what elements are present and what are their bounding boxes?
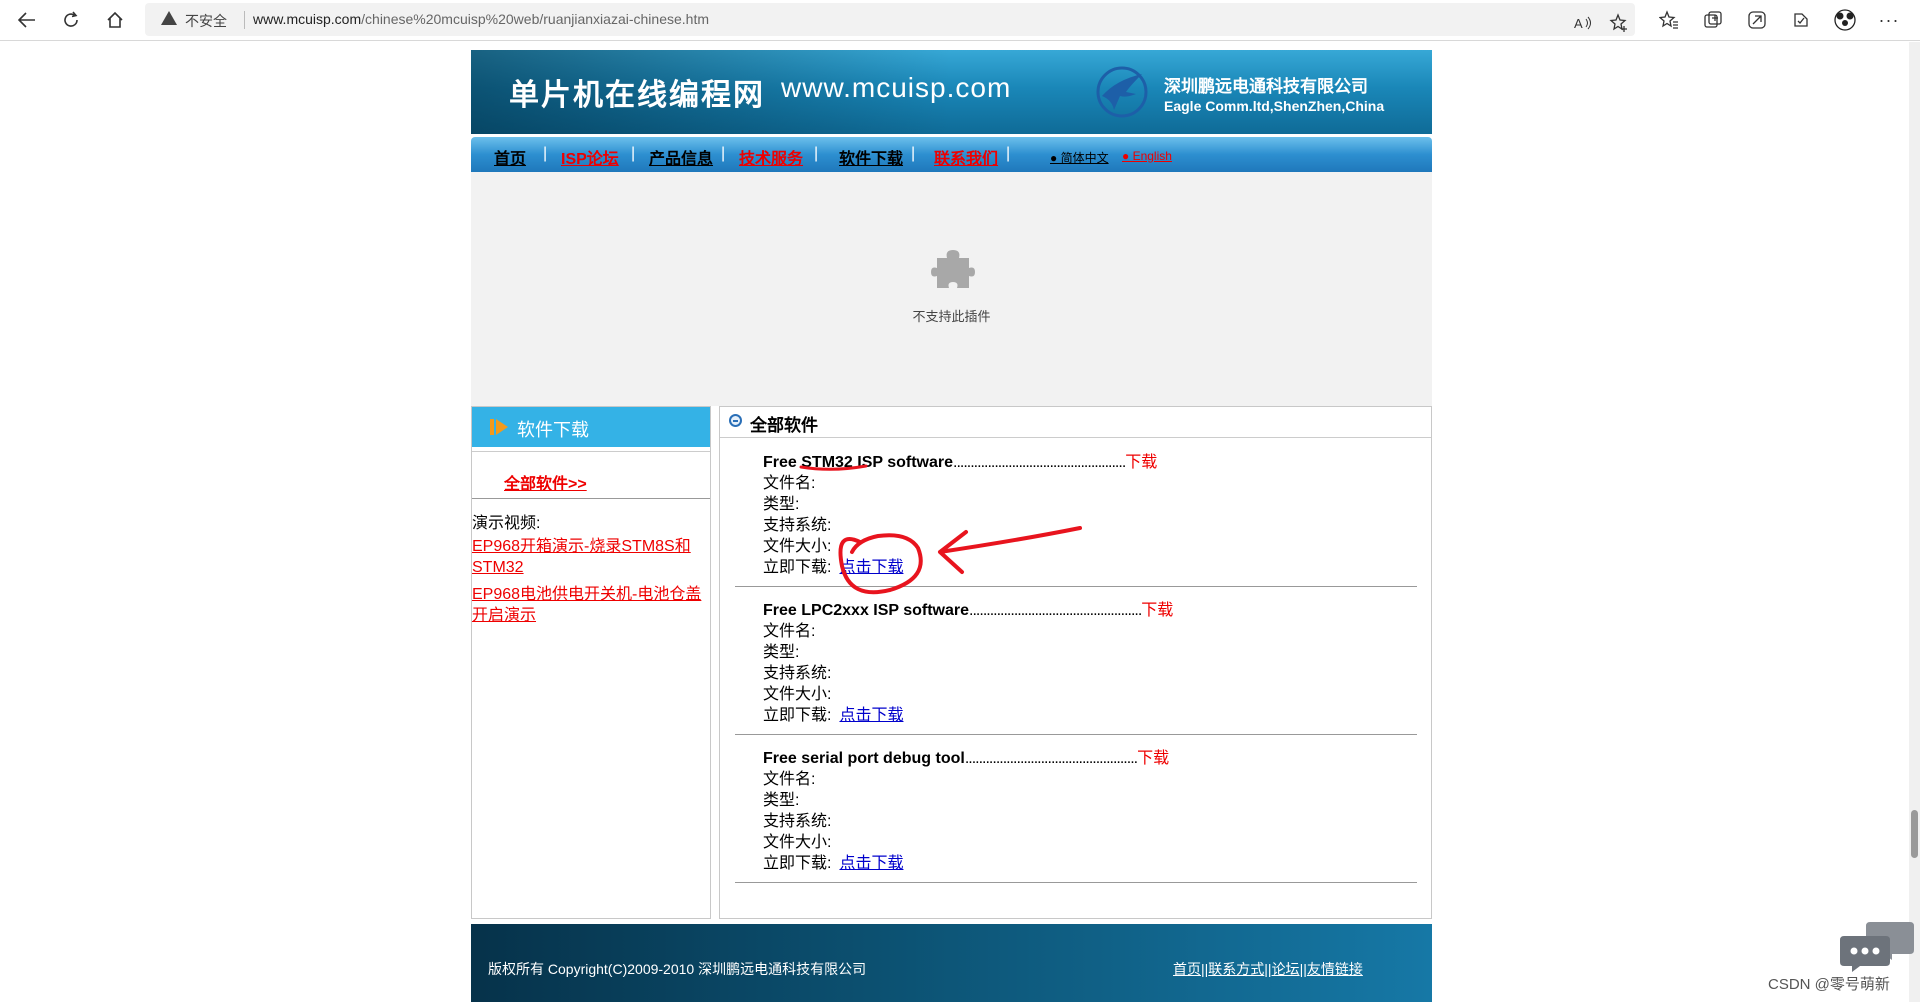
software-title: Free LPC2xxx ISP software...............…	[763, 596, 1173, 620]
site-url: www.mcuisp.com	[781, 72, 1012, 103]
demo-link-unboxing[interactable]: EP968开箱演示-烧录STM8S和STM32	[472, 536, 710, 578]
software-title: Free STM32 ISP software.................…	[763, 448, 1157, 472]
dot-leader: ........................................…	[953, 454, 1126, 471]
click-download-link[interactable]: 点击下载	[839, 559, 903, 576]
nav-separator: |	[1006, 145, 1011, 162]
puzzle-piece-icon	[931, 250, 975, 288]
panel-title: 全部软件	[750, 416, 818, 435]
software-title: Free serial port debug tool.............…	[763, 744, 1169, 768]
sidebar: 软件下载 全部软件>> 演示视频: EP968开箱演示-烧录STM8S和STM3…	[471, 406, 711, 919]
url-host: www.mcuisp.com	[253, 11, 362, 27]
web-capture-icon[interactable]	[1745, 8, 1769, 32]
address-bar[interactable]: 不安全 www.mcuisp.com/chinese%20mcuisp%20we…	[145, 3, 1635, 36]
field-download-now: 立即下载: 点击下载	[763, 701, 903, 725]
download-now-label: 立即下载:	[763, 855, 832, 872]
dot-leader: ........................................…	[969, 602, 1142, 619]
nav-separator: |	[721, 145, 726, 162]
back-arrow-icon	[18, 12, 35, 28]
svg-text:A: A	[1574, 16, 1583, 31]
divider	[472, 498, 710, 499]
scrollbar-thumb[interactable]	[1911, 810, 1918, 858]
footer-link-separator: ||	[1264, 961, 1272, 977]
chat-bubble-icon[interactable]	[1840, 920, 1914, 974]
sidebar-header: 软件下载	[472, 407, 710, 447]
site-title: 单片机在线编程网	[509, 79, 765, 112]
minus-circle-icon	[729, 414, 742, 427]
footer-link-forum[interactable]: 论坛	[1272, 961, 1300, 977]
url-text[interactable]: www.mcuisp.com/chinese%20mcuisp%20web/ru…	[253, 11, 709, 27]
eagle-logo-icon	[1096, 66, 1148, 118]
download-now-label: 立即下载:	[763, 559, 832, 576]
download-tag: 下载	[1125, 454, 1158, 471]
more-menu-icon[interactable]: ···	[1877, 8, 1901, 32]
site-footer: 版权所有 Copyright(C)2009-2010 深圳鹏远电通科技有限公司 …	[471, 924, 1432, 1002]
nav-product-info[interactable]: 产品信息	[649, 145, 713, 169]
url-path: /chinese%20mcuisp%20web/ruanjianxiazai-c…	[361, 11, 709, 27]
favorites-icon[interactable]	[1657, 8, 1681, 32]
download-tag: 下载	[1141, 602, 1174, 619]
refresh-button[interactable]	[55, 6, 87, 34]
nav-separator: |	[631, 145, 636, 162]
software-list-panel: 全部软件 Free STM32 ISP software............…	[719, 406, 1432, 919]
field-download-now: 立即下载: 点击下载	[763, 553, 903, 577]
address-divider	[244, 11, 245, 29]
click-download-link[interactable]: 点击下载	[839, 707, 903, 724]
footer-link-home[interactable]: 首页	[1173, 961, 1201, 977]
plugin-placeholder: 不支持此插件	[471, 172, 1432, 406]
footer-link-contact[interactable]: 联系方式	[1208, 961, 1264, 977]
all-software-link[interactable]: 全部软件>>	[504, 470, 587, 494]
footer-link-friends[interactable]: 友情链接	[1307, 961, 1363, 977]
lang-chinese-link[interactable]: ● 简体中文	[1050, 149, 1109, 166]
nav-separator: |	[543, 145, 548, 162]
site-banner: 单片机在线编程网 www.mcuisp.com 深圳鹏远电通科技有限公司 Eag…	[471, 50, 1432, 134]
home-button[interactable]	[99, 6, 131, 34]
browser-toolbar: 不安全 www.mcuisp.com/chinese%20mcuisp%20we…	[0, 0, 1920, 41]
csdn-watermark: CSDN @零号萌新	[1768, 976, 1890, 993]
lang-english-link[interactable]: ● English	[1122, 149, 1172, 163]
home-icon	[107, 11, 123, 28]
company-name-cn: 深圳鹏远电通科技有限公司	[1164, 77, 1368, 96]
page-scrollbar[interactable]	[1909, 42, 1920, 1002]
nav-separator: |	[814, 145, 819, 162]
field-download-now: 立即下载: 点击下载	[763, 849, 903, 873]
click-download-link[interactable]: 点击下载	[839, 855, 903, 872]
collections-icon[interactable]	[1701, 8, 1725, 32]
divider	[472, 451, 710, 452]
add-favorite-icon[interactable]	[1607, 11, 1631, 35]
dot-leader: ........................................…	[964, 750, 1138, 767]
refresh-icon	[64, 11, 78, 27]
extension-icon[interactable]	[1789, 8, 1813, 32]
warning-icon[interactable]	[161, 11, 177, 25]
plugin-unsupported-text: 不支持此插件	[912, 309, 991, 324]
copyright-text: 版权所有 Copyright(C)2009-2010 深圳鹏远电通科技有限公司	[488, 961, 867, 977]
read-aloud-icon[interactable]: A	[1572, 11, 1596, 35]
demo-link-battery[interactable]: EP968电池供电开关机-电池仓盖开启演示	[472, 584, 710, 626]
item-divider	[735, 882, 1417, 883]
nav-contact-us[interactable]: 联系我们	[934, 145, 998, 169]
demo-videos-label: 演示视频:	[472, 515, 541, 532]
download-now-label: 立即下载:	[763, 707, 832, 724]
profile-avatar-icon[interactable]	[1833, 8, 1857, 32]
nav-separator: |	[911, 145, 916, 162]
main-nav: 首页 | ISP论坛 | 产品信息 | 技术服务 | 软件下载 | 联系我们 |…	[471, 137, 1432, 172]
nav-software-download[interactable]: 软件下载	[839, 145, 903, 169]
sidebar-title: 软件下载	[517, 420, 589, 440]
download-tag: 下载	[1137, 750, 1170, 767]
nav-isp-forum[interactable]: ISP论坛	[561, 145, 619, 169]
footer-link-separator: ||	[1299, 961, 1307, 977]
item-divider	[735, 586, 1417, 587]
nav-home[interactable]: 首页	[494, 145, 526, 169]
security-label[interactable]: 不安全	[185, 11, 227, 31]
footer-links: 首页||联系方式||论坛||友情链接	[1173, 959, 1363, 979]
panel-header: 全部软件	[720, 407, 1431, 438]
nav-tech-service[interactable]: 技术服务	[739, 145, 803, 169]
company-name-en: Eagle Comm.ltd,ShenZhen,China	[1164, 98, 1385, 114]
play-arrow-icon	[490, 419, 508, 435]
back-button[interactable]	[11, 6, 43, 34]
item-divider	[735, 734, 1417, 735]
